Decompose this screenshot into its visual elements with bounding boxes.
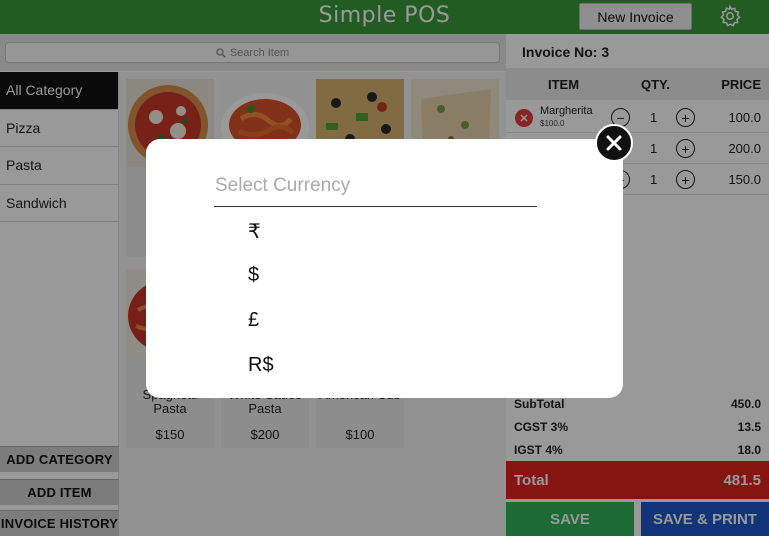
currency-option-brl[interactable]: R$ bbox=[248, 354, 274, 377]
currency-modal: ₹ $ £ R$ bbox=[146, 139, 623, 398]
currency-option-inr[interactable]: ₹ bbox=[248, 219, 261, 244]
currency-search-input[interactable] bbox=[214, 165, 537, 207]
close-icon bbox=[606, 135, 622, 151]
close-modal-button[interactable] bbox=[595, 124, 633, 162]
currency-option-usd[interactable]: $ bbox=[248, 264, 259, 287]
currency-option-gbp[interactable]: £ bbox=[248, 309, 259, 332]
